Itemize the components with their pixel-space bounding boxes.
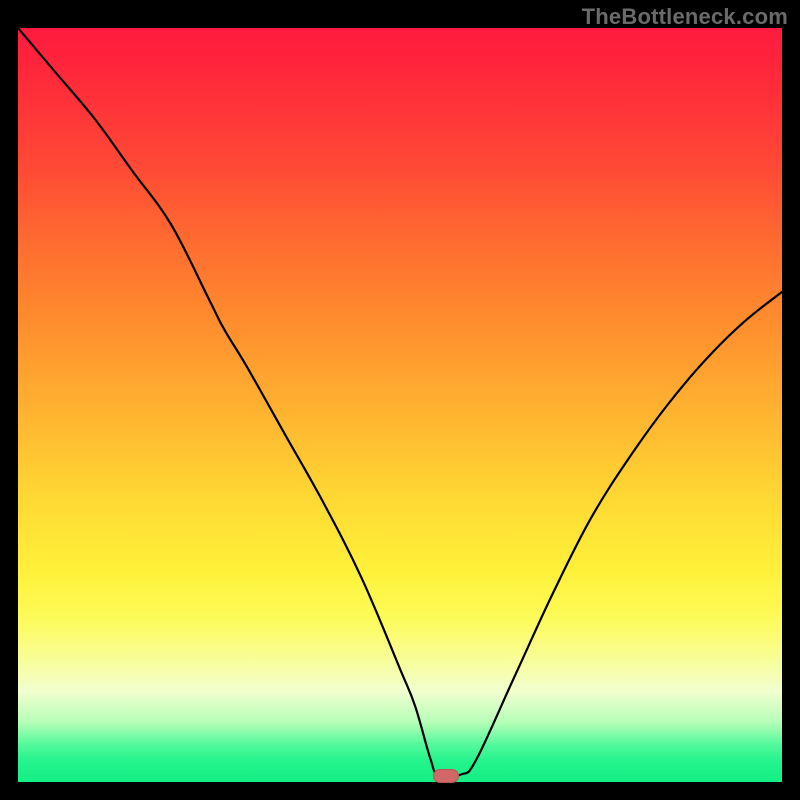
watermark-text: TheBottleneck.com [582, 4, 788, 30]
optimal-point-marker [433, 769, 459, 783]
curve-path [18, 28, 782, 777]
bottleneck-curve [18, 28, 782, 782]
chart-frame: TheBottleneck.com [0, 0, 800, 800]
chart-plot-area [18, 28, 782, 782]
